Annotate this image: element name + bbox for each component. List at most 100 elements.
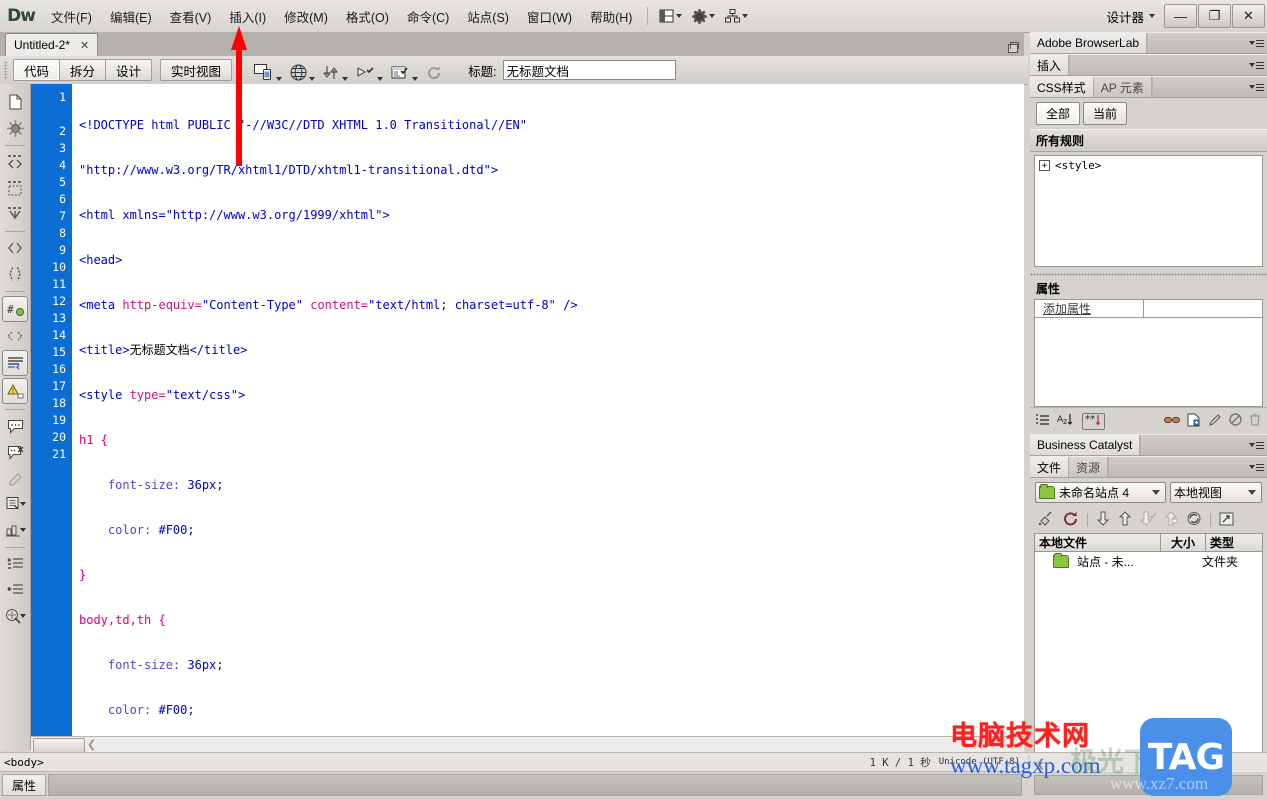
css-mode-all-button[interactable]: 全部 xyxy=(1036,102,1081,125)
editor-horizontal-scrollbar[interactable]: ❮ xyxy=(31,736,1024,753)
move-css-rules-icon[interactable] xyxy=(3,518,27,542)
connect-to-remote-icon[interactable] xyxy=(1038,511,1055,529)
show-list-view-icon[interactable]: Az xyxy=(1057,413,1075,429)
code-editor[interactable]: 1 2 3 4 5 6 7 8 9 10 11 12 13 14 15 16 1… xyxy=(31,84,1024,736)
collapse-full-tag2-icon[interactable] xyxy=(3,150,27,174)
css-panel-menu-icon[interactable] xyxy=(1245,77,1267,97)
disable-css-property-icon[interactable] xyxy=(1229,413,1242,429)
open-documents-icon[interactable] xyxy=(3,90,27,114)
menu-edit[interactable]: 编辑(E) xyxy=(101,3,161,30)
close-button[interactable]: ✕ xyxy=(1232,4,1265,28)
highlight-invalid-code-icon[interactable] xyxy=(3,324,27,348)
live-code-view-icon[interactable] xyxy=(3,604,27,628)
column-size[interactable]: 大小 xyxy=(1161,534,1206,551)
css-rule-row[interactable]: + <style> xyxy=(1035,156,1262,175)
expand-files-panel-icon[interactable] xyxy=(1219,512,1234,529)
check-out-icon[interactable] xyxy=(1139,511,1157,529)
apply-comment-icon[interactable] xyxy=(3,414,27,438)
put-files-icon[interactable] xyxy=(1118,511,1132,529)
tab-files[interactable]: 文件 xyxy=(1030,457,1070,477)
wrap-tag-icon[interactable] xyxy=(3,466,27,490)
format-source-code-icon[interactable] xyxy=(3,262,27,286)
css-rules-list[interactable]: + <style> xyxy=(1034,155,1263,267)
check-browser-compat-button[interactable] xyxy=(387,59,422,81)
menu-window[interactable]: 窗口(W) xyxy=(518,3,581,30)
refresh-files-icon[interactable] xyxy=(1063,511,1079,529)
column-type[interactable]: 类型 xyxy=(1206,534,1262,551)
document-tab-untitled-2[interactable]: Untitled-2* ✕ xyxy=(5,33,99,56)
scroll-left-icon[interactable]: ❮ xyxy=(87,738,96,751)
view-design-button[interactable]: 设计 xyxy=(105,59,153,81)
line-numbers-icon[interactable]: # xyxy=(2,296,28,322)
view-code-button[interactable]: 代码 xyxy=(13,59,61,81)
view-select[interactable]: 本地视图 xyxy=(1170,482,1262,503)
delete-css-rule-icon[interactable] xyxy=(1249,413,1261,429)
edit-style-icon[interactable] xyxy=(1208,413,1222,430)
visual-aids-button[interactable] xyxy=(352,59,387,81)
files-panel-menu-icon[interactable] xyxy=(1245,457,1267,477)
tab-css-styles[interactable]: CSS样式 xyxy=(1030,77,1094,97)
word-wrap-icon[interactable] xyxy=(2,350,28,376)
expand-all-icon[interactable] xyxy=(3,176,27,200)
restore-window-icon[interactable] xyxy=(1006,41,1019,53)
get-files-icon[interactable] xyxy=(1096,511,1110,529)
collapse-full-tag-icon[interactable] xyxy=(3,116,27,140)
close-icon[interactable]: ✕ xyxy=(80,39,89,52)
menu-commands[interactable]: 命令(C) xyxy=(398,3,458,30)
attach-style-sheet-icon[interactable] xyxy=(1164,414,1180,428)
expand-icon[interactable]: + xyxy=(1039,160,1050,171)
file-row[interactable]: 站点 - 未... 文件夹 xyxy=(1035,552,1262,570)
tab-ap-elements[interactable]: AP 元素 xyxy=(1094,77,1152,97)
menu-file[interactable]: 文件(F) xyxy=(42,3,101,30)
extend-settings-button[interactable] xyxy=(687,7,720,26)
refresh-design-button[interactable] xyxy=(422,59,446,81)
workspace-switcher[interactable]: 设计器 xyxy=(1106,7,1163,26)
show-category-view-icon[interactable] xyxy=(1036,413,1050,429)
preview-in-browser-button[interactable] xyxy=(286,59,319,81)
panel-splitter[interactable] xyxy=(1030,270,1267,279)
layout-switch-button[interactable] xyxy=(654,7,687,25)
business-catalyst-menu-icon[interactable] xyxy=(1245,435,1267,455)
view-live-button[interactable]: 实时视图 xyxy=(160,59,233,81)
property-inspector-tab[interactable]: 属性 xyxy=(2,774,47,796)
document-title-input[interactable] xyxy=(502,60,676,80)
css-add-property-row[interactable]: 添加属性 xyxy=(1034,299,1263,318)
indent-code-icon[interactable] xyxy=(3,552,27,576)
new-css-rule-icon[interactable] xyxy=(1187,413,1201,430)
balance-braces-icon[interactable] xyxy=(3,236,27,260)
recent-snippets-icon[interactable] xyxy=(3,492,27,516)
toolbar-grip[interactable] xyxy=(4,61,8,79)
menu-insert[interactable]: 插入(I) xyxy=(220,3,275,30)
insert-panel-menu-icon[interactable] xyxy=(1245,55,1267,75)
browserlab-panel-menu-icon[interactable] xyxy=(1245,33,1267,53)
menu-modify[interactable]: 修改(M) xyxy=(275,3,337,30)
menu-format[interactable]: 格式(O) xyxy=(337,3,398,30)
syntax-error-alerts-icon[interactable]: ! xyxy=(2,378,28,404)
check-in-icon[interactable] xyxy=(1164,511,1178,529)
multiscreen-preview-button[interactable] xyxy=(250,59,286,81)
menu-help[interactable]: 帮助(H) xyxy=(581,3,641,30)
remove-comment-icon[interactable] xyxy=(3,440,27,464)
scroll-left-icon[interactable]: ❮ xyxy=(1036,757,1045,770)
site-select[interactable]: 未命名站点 4 xyxy=(1035,482,1166,503)
css-mode-current-button[interactable]: 当前 xyxy=(1083,102,1128,125)
add-property-link[interactable]: 添加属性 xyxy=(1035,300,1144,317)
scrollbar-thumb[interactable] xyxy=(33,738,85,753)
maximize-button[interactable]: ❐ xyxy=(1198,4,1231,28)
show-set-properties-icon[interactable]: ** xyxy=(1082,412,1105,430)
outdent-code-icon[interactable] xyxy=(3,578,27,602)
property-value-cell[interactable] xyxy=(1144,300,1262,317)
view-split-button[interactable]: 拆分 xyxy=(59,59,107,81)
select-parent-tag-icon[interactable] xyxy=(3,202,27,226)
code-text[interactable]: <!DOCTYPE html PUBLIC "-//W3C//DTD XHTML… xyxy=(72,84,1024,736)
tab-business-catalyst[interactable]: Business Catalyst xyxy=(1030,435,1141,455)
file-management-button[interactable] xyxy=(319,59,352,81)
files-list[interactable]: 站点 - 未... 文件夹 xyxy=(1034,552,1263,753)
synchronize-icon[interactable] xyxy=(1186,511,1202,529)
tab-insert[interactable]: 插入 xyxy=(1030,55,1070,75)
tab-adobe-browserlab[interactable]: Adobe BrowserLab xyxy=(1030,33,1148,53)
tab-assets[interactable]: 资源 xyxy=(1069,457,1109,477)
menu-view[interactable]: 查看(V) xyxy=(161,3,221,30)
menu-site[interactable]: 站点(S) xyxy=(458,3,518,30)
tag-selector-body[interactable]: <body> xyxy=(4,756,44,769)
